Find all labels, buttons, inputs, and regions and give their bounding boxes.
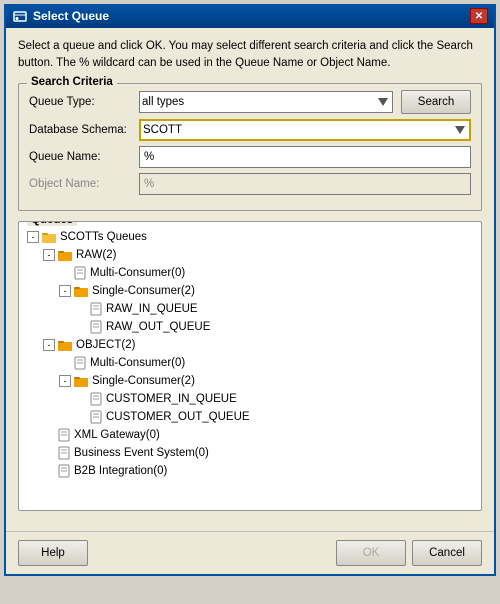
tree-toggle[interactable]: -	[59, 285, 71, 297]
queue-name-label: Queue Name:	[29, 151, 139, 163]
list-item[interactable]: XML Gateway(0)	[25, 426, 475, 444]
folder-icon	[73, 374, 89, 388]
db-schema-row: Database Schema: SCOTT SYS SYSTEM	[29, 119, 471, 141]
list-item[interactable]: B2B Integration(0)	[25, 462, 475, 480]
cancel-button[interactable]: Cancel	[412, 540, 482, 566]
window-icon	[12, 8, 28, 24]
intro-text: Select a queue and click OK. You may sel…	[18, 38, 482, 73]
tree-item-label: RAW(2)	[76, 246, 116, 264]
tree-item-label: RAW_OUT_QUEUE	[106, 318, 210, 336]
search-criteria-group: Search Criteria Queue Type: all types RA…	[18, 83, 482, 211]
help-button[interactable]: Help	[18, 540, 88, 566]
tree-item-label: Multi-Consumer(0)	[90, 354, 185, 372]
folder-icon	[73, 284, 89, 298]
db-schema-controls: SCOTT SYS SYSTEM	[139, 119, 471, 141]
queue-type-label: Queue Type:	[29, 96, 139, 108]
tree-item-label: Business Event System(0)	[74, 444, 209, 462]
tree-item-label: RAW_IN_QUEUE	[106, 300, 198, 318]
tree-toggle[interactable]: -	[27, 231, 39, 243]
queues-group: Queues - SCOTTs Queues -	[18, 221, 482, 511]
tree-toggle[interactable]: -	[43, 249, 55, 261]
object-name-input[interactable]	[139, 173, 471, 195]
search-button[interactable]: Search	[401, 90, 471, 114]
right-buttons: OK Cancel	[336, 540, 482, 566]
queue-type-select[interactable]: all types RAW OBJECT XML Gateway Busines…	[139, 91, 393, 113]
queue-name-input[interactable]	[139, 146, 471, 168]
tree-item-label: XML Gateway(0)	[74, 426, 160, 444]
list-item[interactable]: - RAW(2)	[25, 246, 475, 264]
window-title: Select Queue	[33, 9, 109, 23]
list-item[interactable]: RAW_IN_QUEUE	[25, 300, 475, 318]
title-bar: Select Queue ✕	[6, 4, 494, 28]
queue-type-row: Queue Type: all types RAW OBJECT XML Gat…	[29, 90, 471, 114]
document-icon	[73, 356, 87, 370]
tree-toggle[interactable]: -	[59, 375, 71, 387]
tree-toggle[interactable]: -	[43, 339, 55, 351]
folder-open-icon	[41, 230, 57, 244]
object-name-label: Object Name:	[29, 178, 139, 190]
tree-item-label: SCOTTs Queues	[60, 228, 147, 246]
title-bar-left: Select Queue	[12, 8, 109, 24]
document-icon	[57, 446, 71, 460]
tree-item-label: Multi-Consumer(0)	[90, 264, 185, 282]
list-item[interactable]: - Single-Consumer(2)	[25, 282, 475, 300]
bottom-bar: Help OK Cancel	[6, 531, 494, 574]
folder-icon	[57, 338, 73, 352]
list-item[interactable]: CUSTOMER_IN_QUEUE	[25, 390, 475, 408]
ok-button[interactable]: OK	[336, 540, 406, 566]
list-item[interactable]: Multi-Consumer(0)	[25, 264, 475, 282]
list-item[interactable]: CUSTOMER_OUT_QUEUE	[25, 408, 475, 426]
tree-item-label: CUSTOMER_IN_QUEUE	[106, 390, 237, 408]
list-item[interactable]: - OBJECT(2)	[25, 336, 475, 354]
select-queue-window: Select Queue ✕ Select a queue and click …	[4, 4, 496, 576]
document-icon	[57, 464, 71, 478]
document-icon	[89, 302, 103, 316]
db-schema-label: Database Schema:	[29, 124, 139, 136]
list-item[interactable]: Business Event System(0)	[25, 444, 475, 462]
queue-name-row: Queue Name:	[29, 146, 471, 168]
document-icon	[57, 428, 71, 442]
folder-icon	[57, 248, 73, 262]
tree-item-label: Single-Consumer(2)	[92, 372, 195, 390]
queues-title: Queues	[27, 221, 77, 226]
queue-type-controls: all types RAW OBJECT XML Gateway Busines…	[139, 90, 471, 114]
object-name-controls	[139, 173, 471, 195]
db-schema-select[interactable]: SCOTT SYS SYSTEM	[139, 119, 471, 141]
tree-item-label: CUSTOMER_OUT_QUEUE	[106, 408, 250, 426]
document-icon	[89, 392, 103, 406]
search-criteria-title: Search Criteria	[27, 76, 117, 88]
queue-name-controls	[139, 146, 471, 168]
list-item[interactable]: - Single-Consumer(2)	[25, 372, 475, 390]
tree-item-label: OBJECT(2)	[76, 336, 135, 354]
list-item[interactable]: - SCOTTs Queues	[25, 228, 475, 246]
tree-item-label: B2B Integration(0)	[74, 462, 167, 480]
object-name-row: Object Name:	[29, 173, 471, 195]
tree-item-label: Single-Consumer(2)	[92, 282, 195, 300]
close-button[interactable]: ✕	[470, 8, 488, 24]
list-item[interactable]: Multi-Consumer(0)	[25, 354, 475, 372]
window-body: Select a queue and click OK. You may sel…	[6, 28, 494, 531]
list-item[interactable]: RAW_OUT_QUEUE	[25, 318, 475, 336]
document-icon	[73, 266, 87, 280]
tree: - SCOTTs Queues - RAW(2)	[25, 228, 475, 480]
document-icon	[89, 410, 103, 424]
document-icon	[89, 320, 103, 334]
